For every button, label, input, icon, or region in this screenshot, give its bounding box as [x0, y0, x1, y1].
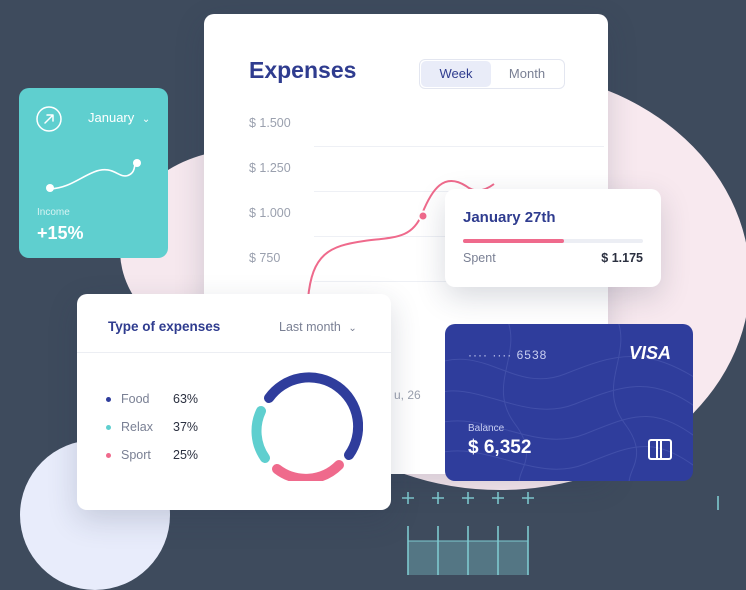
credit-card[interactable]: ···· ···· 6538 VISA Balance $ 6,352 — [445, 324, 693, 481]
donut-segment-sport — [272, 460, 344, 481]
panel-title: Type of expenses — [108, 319, 221, 334]
chevron-down-icon: ⌄ — [348, 323, 357, 334]
expenses-donut-chart — [251, 372, 363, 481]
income-label: Income — [37, 207, 70, 218]
legend-name: Relax — [121, 420, 153, 434]
balance-value: $ 6,352 — [468, 437, 532, 458]
legend-item: Sport 25% — [106, 448, 216, 464]
balance-label: Balance — [468, 423, 505, 434]
card-chip-icon — [648, 439, 672, 460]
legend-dot — [106, 453, 111, 458]
legend-percent: 25% — [173, 448, 199, 462]
donut-segment-food — [264, 372, 363, 460]
spent-progress-bar — [463, 239, 643, 243]
spent-label: Spent — [463, 251, 496, 265]
period-select[interactable]: Last month ⌄ — [279, 320, 357, 334]
card-number: ···· ···· 6538 — [468, 348, 548, 362]
income-card: January ⌄ Income +15% — [19, 88, 168, 258]
legend-percent: 63% — [173, 392, 199, 406]
income-value: +15% — [37, 223, 84, 243]
divider — [77, 352, 391, 353]
date-tooltip: January 27th Spent $ 1.175 — [445, 189, 661, 287]
legend-percent: 37% — [173, 420, 199, 434]
spent-progress-fill — [463, 239, 564, 243]
tooltip-date: January 27th — [463, 209, 556, 226]
legend-name: Sport — [121, 448, 151, 462]
legend-item: Relax 37% — [106, 420, 216, 436]
period-select-label: Last month — [279, 320, 341, 334]
legend-dot — [106, 397, 111, 402]
selected-point[interactable] — [417, 210, 429, 222]
legend-name: Food — [121, 392, 150, 406]
x-axis-label: u, 26 — [394, 388, 421, 402]
type-of-expenses-panel: Type of expenses Last month ⌄ Food 63% R… — [77, 294, 391, 510]
donut-segment-relax — [251, 406, 270, 463]
spent-value: $ 1.175 — [601, 251, 643, 265]
decorative-pattern — [402, 492, 719, 575]
legend-dot — [106, 425, 111, 430]
visa-logo: VISA — [628, 343, 671, 363]
legend-item: Food 63% — [106, 392, 216, 408]
